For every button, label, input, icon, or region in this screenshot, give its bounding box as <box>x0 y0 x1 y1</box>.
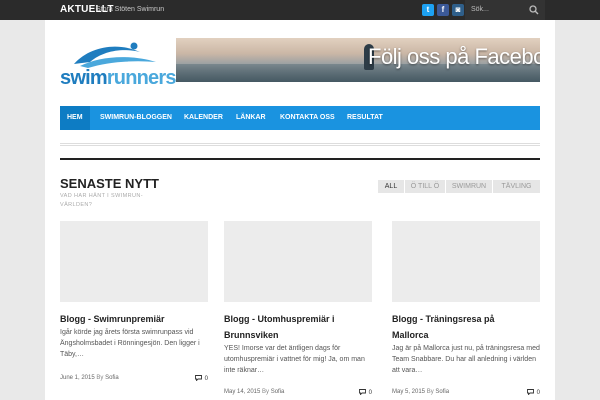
post-comments[interactable]: 0 <box>358 389 372 396</box>
ticker-headline-link[interactable]: Stora Stöten Swimrun <box>96 0 164 20</box>
nav-item-kontakta-oss[interactable]: KONTAKTA OSS <box>280 106 335 130</box>
post-date: May 5, 2015 <box>392 389 426 395</box>
filter-tavling[interactable]: TÄVLING <box>493 180 540 193</box>
filter-swimrun[interactable]: SWIMRUN <box>446 180 492 193</box>
post-by: By <box>262 389 270 395</box>
post-excerpt: Igår körde jag årets första swimrunpass … <box>60 329 200 358</box>
main-navigation: HEM SWIMRUN-BLOGGEN KALENDER LÄNKAR KONT… <box>60 106 540 130</box>
divider <box>60 143 540 146</box>
post-title[interactable]: Blogg - Träningsresa på Mallorca <box>392 311 542 343</box>
page: AKTUELLT Stora Stöten Swimrun t f ◙ Sök.… <box>0 0 600 400</box>
post-thumbnail[interactable] <box>392 221 540 302</box>
section-divider <box>60 158 540 160</box>
post-author[interactable]: Sofia <box>271 389 285 395</box>
search-placeholder: Sök... <box>471 6 489 13</box>
post-comments[interactable]: 0 <box>194 375 208 382</box>
post-date: May 14, 2015 <box>224 389 261 395</box>
site-logo[interactable]: swimrunners <box>60 40 177 96</box>
post-meta: May 14, 2015 By Sofia 0 <box>224 389 374 399</box>
filter-o-till-o[interactable]: Ö TILL Ö <box>405 180 445 193</box>
post-thumbnail[interactable] <box>224 221 372 302</box>
comment-icon <box>358 389 366 395</box>
post-title[interactable]: Blogg - Utomhuspremiär i Brunnsviken <box>224 311 374 343</box>
post-card: Blogg - Träningsresa på Mallorca Jag är … <box>392 221 542 400</box>
post-meta: May 5, 2015 By Sofia 0 <box>392 389 542 399</box>
post-card: Blogg - Swimrunpremiär Igår körde jag år… <box>60 221 210 400</box>
post-title[interactable]: Blogg - Swimrunpremiär <box>60 311 210 327</box>
nav-item-lankar[interactable]: LÄNKAR <box>236 106 266 130</box>
nav-item-swimrun-bloggen[interactable]: SWIMRUN-BLOGGEN <box>100 106 172 130</box>
nav-item-hem[interactable]: HEM <box>60 106 90 130</box>
search-icon[interactable] <box>529 5 539 15</box>
post-date: June 1, 2015 <box>60 375 95 381</box>
post-author[interactable]: Sofia <box>435 389 449 395</box>
twitter-icon[interactable]: t <box>422 4 434 16</box>
post-excerpt: Jag är på Mallorca just nu, på träningsr… <box>392 345 540 374</box>
facebook-icon[interactable]: f <box>437 4 449 16</box>
post-thumbnail[interactable] <box>60 221 208 302</box>
logo-wordmark: swimrunners <box>60 67 177 89</box>
search-input[interactable]: Sök... <box>465 0 545 20</box>
facebook-banner[interactable]: Följ oss på Facebook! <box>176 38 540 82</box>
comment-icon <box>194 375 202 381</box>
comment-icon <box>526 389 534 395</box>
post-comments[interactable]: 0 <box>526 389 540 396</box>
wave-logo-icon <box>74 42 156 68</box>
instagram-icon[interactable]: ◙ <box>452 4 464 16</box>
post-card: Blogg - Utomhuspremiär i Brunnsviken YES… <box>224 221 374 400</box>
top-bar: AKTUELLT Stora Stöten Swimrun t f ◙ Sök.… <box>0 0 600 20</box>
filter-all[interactable]: ALL <box>378 180 404 193</box>
post-meta: June 1, 2015 By Sofia 0 <box>60 375 210 385</box>
post-excerpt: YES! Imorse var det äntligen dags för ut… <box>224 345 365 374</box>
nav-item-kalender[interactable]: KALENDER <box>184 106 223 130</box>
section-subtitle: VAD HAR HÄNT I SWIMRUN-VÄRLDEN? <box>60 193 143 208</box>
post-author[interactable]: Sofia <box>105 375 119 381</box>
nav-item-resultat[interactable]: RESULTAT <box>347 106 383 130</box>
section-title: SENASTE NYTT <box>60 176 159 191</box>
post-by: By <box>96 375 104 381</box>
banner-text: Följ oss på Facebook! <box>368 44 540 69</box>
post-by: By <box>426 389 434 395</box>
